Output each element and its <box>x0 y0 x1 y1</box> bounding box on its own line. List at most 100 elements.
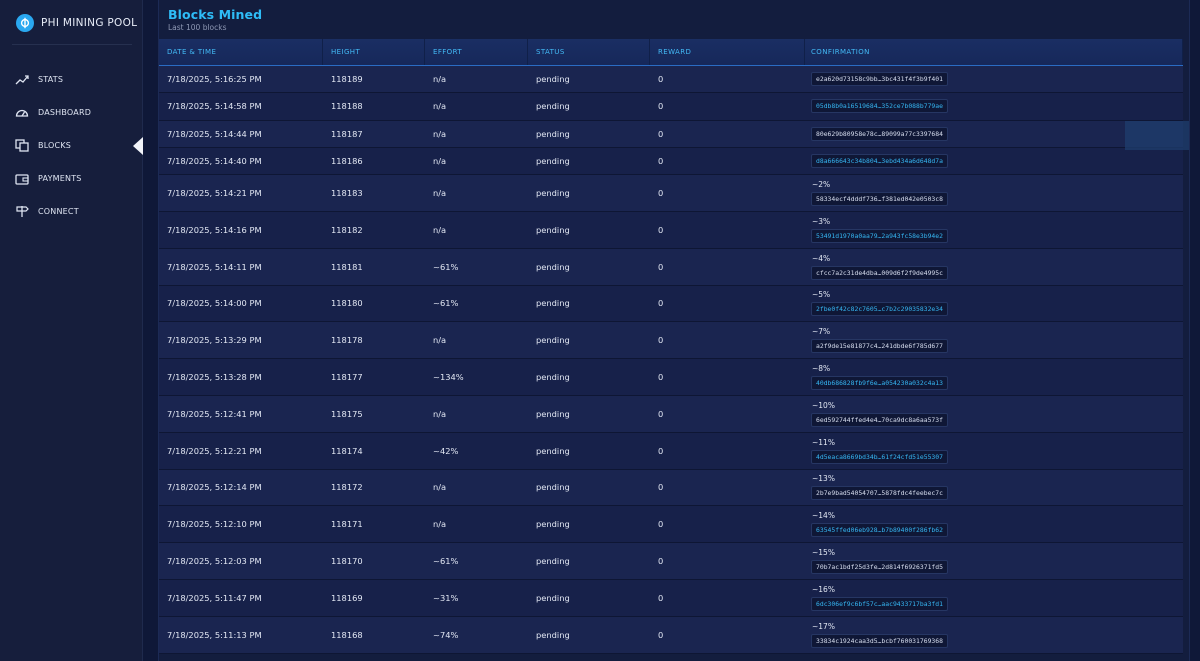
blocks-table: DATE & TIME HEIGHT EFFORT STATUS REWARD … <box>159 39 1183 654</box>
cell-status: pending <box>536 188 570 199</box>
block-hash-link[interactable]: 6ed592744ffed4e4…70ca9dc8a6aa573f <box>811 412 948 427</box>
cell-reward: 0 <box>658 74 664 85</box>
cell-confirmation: ~5% 2fbe0f42c82c7605…c7b2c29035832e34 <box>805 286 1183 322</box>
table-row[interactable]: 7/18/2025, 5:16:25 PM 118189 n/a pending 0 e2… <box>159 66 1183 94</box>
cell-effort: n/a <box>433 482 447 493</box>
cell-reward: 0 <box>658 372 664 383</box>
table-row[interactable]: 7/18/2025, 5:13:29 PM 118178 n/a pending 0 ~7… <box>159 322 1183 360</box>
confirmation-percent: ~15% <box>812 548 835 558</box>
block-hash-link[interactable]: 63545ffed06eb928…b7b89400f286fb62 <box>811 523 948 538</box>
cell-height: 118183 <box>331 188 363 199</box>
block-hash-link[interactable]: cfcc7a2c31de4dba…009d6f2f9de4995c <box>811 265 948 280</box>
sidebar-item-label: PAYMENTS <box>38 174 82 183</box>
table-row[interactable]: 7/18/2025, 5:14:40 PM 118186 n/a pending 0 d8… <box>159 147 1183 176</box>
sidebar-item-dashboard[interactable]: DASHBOARD <box>0 96 143 129</box>
page-title: Blocks Mined <box>168 7 263 22</box>
confirmation-percent: ~8% <box>812 364 831 374</box>
block-hash-link[interactable]: 40db686828fb9f6e…a054230a032c4a13 <box>811 376 948 391</box>
cell-effort: ~42% <box>433 445 459 456</box>
cell-height: 118188 <box>331 101 363 112</box>
table-row[interactable]: 7/18/2025, 5:14:44 PM 118187 n/a pending 0 80… <box>159 120 1183 148</box>
column-header-date[interactable]: DATE & TIME <box>159 39 323 65</box>
column-header-height[interactable]: HEIGHT <box>323 39 425 65</box>
cell-date: 7/18/2025, 5:16:25 PM <box>167 74 262 85</box>
block-hash-link[interactable]: 33834c1924caa3d5…bcbf760031769368 <box>811 633 948 648</box>
table-row[interactable]: 7/18/2025, 5:12:10 PM 118171 n/a pending 0 ~1… <box>159 506 1183 544</box>
table-row[interactable]: 7/18/2025, 5:12:41 PM 118175 n/a pending 0 ~1… <box>159 395 1183 433</box>
block-hash-link[interactable]: 6dc306ef9c6bf57c…aac9433717ba3fd1 <box>811 596 948 611</box>
cell-status: pending <box>536 482 570 493</box>
confirmation-percent: ~16% <box>812 584 835 594</box>
sidebar-item-connect[interactable]: CONNECT <box>0 195 143 228</box>
sidebar-nav: STATS DASHBOARD BLOCKS PAYMENTS CONNECT <box>0 63 143 228</box>
cell-confirmation: ~8% 40db686828fb9f6e…a054230a032c4a13 <box>805 359 1183 395</box>
cell-date: 7/18/2025, 5:12:41 PM <box>167 408 262 419</box>
confirmation-percent: ~7% <box>812 327 831 337</box>
cell-date: 7/18/2025, 5:11:47 PM <box>167 592 262 603</box>
table-row[interactable]: 7/18/2025, 5:13:28 PM 118177 ~134% pending 0… <box>159 359 1183 396</box>
cell-confirmation: ~13% 2b7e9bad54054707…5878fdc4feebec7c <box>805 470 1183 506</box>
sidebar-item-blocks[interactable]: BLOCKS <box>0 129 143 162</box>
table-row[interactable]: 7/18/2025, 5:12:14 PM 118172 n/a pending 0 ~1… <box>159 469 1183 507</box>
table-row[interactable]: 7/18/2025, 5:14:11 PM 118181 ~61% pending 0 ~… <box>159 248 1183 286</box>
cell-status: pending <box>536 261 570 272</box>
sidebar-item-stats[interactable]: STATS <box>0 63 143 96</box>
cell-status: pending <box>536 335 570 346</box>
cell-reward: 0 <box>658 128 664 139</box>
table-row[interactable]: 7/18/2025, 5:11:47 PM 118169 ~31% pending 0 ~… <box>159 579 1183 617</box>
column-header-status[interactable]: STATUS <box>528 39 650 65</box>
block-hash-link[interactable]: d8a666643c34b804…3ebd434a6d648d7a <box>811 154 948 169</box>
table-row[interactable]: 7/18/2025, 5:12:21 PM 118174 ~42% pending 0 ~… <box>159 432 1183 470</box>
block-hash-link[interactable]: 4d5eaca8669bd34b…61f24cfd51e55307 <box>811 449 948 464</box>
cell-reward: 0 <box>658 482 664 493</box>
block-hash-link[interactable]: 05db8b0a16519684…352ce7b088b779ae <box>811 99 948 114</box>
block-hash-link[interactable]: 70b7ac1bdf25d3fe…2d814f6926371fd5 <box>811 560 948 575</box>
cell-confirmation: 05db8b0a16519684…352ce7b088b779ae <box>805 93 1183 119</box>
cell-reward: 0 <box>658 445 664 456</box>
blocks-icon <box>15 139 29 153</box>
block-hash-link[interactable]: e2a620d73158c9bb…3bc431f4f3b9f401 <box>811 72 948 87</box>
sidebar-item-label: CONNECT <box>38 207 79 216</box>
table-row[interactable]: 7/18/2025, 5:12:03 PM 118170 ~61% pending 0 ~… <box>159 543 1183 580</box>
cell-confirmation: ~15% 70b7ac1bdf25d3fe…2d814f6926371fd5 <box>805 543 1183 579</box>
cell-reward: 0 <box>658 592 664 603</box>
cell-status: pending <box>536 224 570 235</box>
block-hash-link[interactable]: 80e629b80958e78c…89099a77c3397684 <box>811 126 948 141</box>
cell-date: 7/18/2025, 5:12:03 PM <box>167 556 262 567</box>
table-row[interactable]: 7/18/2025, 5:11:13 PM 118168 ~74% pending 0 ~… <box>159 616 1183 654</box>
cell-effort: ~74% <box>433 629 459 640</box>
sidebar-divider <box>12 44 132 45</box>
table-row[interactable]: 7/18/2025, 5:14:21 PM 118183 n/a pending 0 ~2… <box>159 175 1183 212</box>
confirmation-percent: ~2% <box>812 180 831 190</box>
cell-effort: ~61% <box>433 556 459 567</box>
brand-logo[interactable]: PHI MINING POOL <box>16 12 137 34</box>
cell-height: 118187 <box>331 128 363 139</box>
column-header-effort[interactable]: EFFORT <box>425 39 528 65</box>
column-header-reward[interactable]: REWARD <box>650 39 805 65</box>
table-row[interactable]: 7/18/2025, 5:14:58 PM 118188 n/a pending 0 05… <box>159 93 1183 121</box>
cell-status: pending <box>536 556 570 567</box>
block-hash-link[interactable]: 53491d1970a0aa79…2a943fc58e3b94e2 <box>811 228 948 243</box>
sidebar-item-payments[interactable]: PAYMENTS <box>0 162 143 195</box>
table-body: 7/18/2025, 5:16:25 PM 118189 n/a pending 0 e2… <box>159 66 1183 654</box>
cell-reward: 0 <box>658 519 664 530</box>
table-header: DATE & TIME HEIGHT EFFORT STATUS REWARD … <box>159 39 1183 66</box>
block-hash-link[interactable]: a2f9de15e81877c4…241dbde6f785d677 <box>811 339 948 354</box>
cell-status: pending <box>536 519 570 530</box>
panel-header: Blocks Mined Last 100 blocks <box>168 7 262 32</box>
column-header-confirmation[interactable]: CONFIRMATION <box>805 39 1183 65</box>
cell-date: 7/18/2025, 5:13:29 PM <box>167 335 262 346</box>
cell-date: 7/18/2025, 5:14:21 PM <box>167 188 262 199</box>
table-row[interactable]: 7/18/2025, 5:14:00 PM 118180 ~61% pending 0 ~… <box>159 285 1183 323</box>
cell-reward: 0 <box>658 156 664 167</box>
cell-effort: n/a <box>433 335 447 346</box>
block-hash-link[interactable]: 2fbe0f42c82c7605…c7b2c29035832e34 <box>811 302 948 317</box>
cell-effort: n/a <box>433 156 447 167</box>
block-hash-link[interactable]: 2b7e9bad54054707…5878fdc4feebec7c <box>811 486 948 501</box>
table-row[interactable]: 7/18/2025, 5:14:16 PM 118182 n/a pending 0 ~3… <box>159 211 1183 249</box>
cell-status: pending <box>536 101 570 112</box>
block-hash-link[interactable]: 58334ecf4dddf736…f381ed042e0503c8 <box>811 192 948 207</box>
cell-effort: n/a <box>433 519 447 530</box>
cell-confirmation: e2a620d73158c9bb…3bc431f4f3b9f401 <box>805 66 1183 92</box>
sidebar-item-label: STATS <box>38 75 64 84</box>
